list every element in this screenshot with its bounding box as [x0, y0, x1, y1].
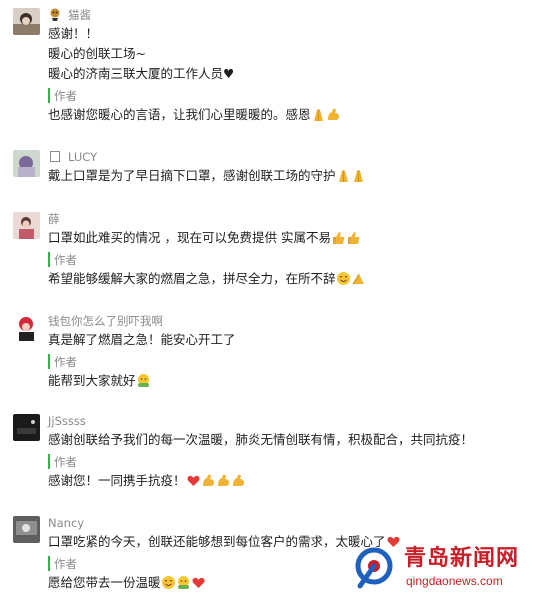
reply-text: 希望能够缓解大家的燃眉之急，拼尽全力，在所不辞: [48, 271, 336, 286]
qingdaonews-watermark: 青岛新闻网 qingdaonews.com: [354, 544, 544, 594]
watermark-title: 青岛新闻网: [404, 546, 520, 571]
qingdaonews-logo-icon: [354, 546, 398, 590]
smile-emoji-icon: [336, 271, 351, 286]
avatar[interactable]: [13, 212, 40, 239]
commenter-name[interactable]: LUCY: [68, 150, 97, 164]
author-label: 作者: [48, 88, 544, 103]
reply-text: 也感谢您暖心的言语，让我们心里暖暖的。感恩: [48, 107, 311, 122]
comment-text: 口罩如此难买的情况 ，现在可以免费提供 实属不易: [48, 230, 331, 245]
smile-emoji-icon: [161, 575, 176, 590]
comment-text: 暖心的济南三联大厦的工作人员♥: [48, 66, 235, 81]
muscle-emoji-icon: [231, 473, 246, 488]
author-label: 作者: [48, 252, 544, 267]
avatar[interactable]: [13, 8, 40, 35]
heart-emoji-icon: [186, 473, 201, 488]
comment-text: 真是解了燃眉之急！能安心开工了: [48, 332, 236, 347]
pray-emoji-icon: [351, 271, 366, 286]
avatar[interactable]: [13, 414, 40, 441]
pray-emoji-icon: [351, 168, 366, 183]
author-reply: 作者 感谢您！一同携手抗疫！: [48, 454, 544, 491]
commenter-name[interactable]: 猫酱: [68, 8, 91, 22]
commenter-name[interactable]: 钱包你怎么了别吓我啊: [48, 314, 163, 328]
comment-text: 感谢！！: [48, 26, 99, 41]
comment-text: 暖心的创联工场~: [48, 46, 146, 61]
muscle-emoji-icon: [326, 107, 341, 122]
reply-text: 能帮到大家就好: [48, 373, 136, 388]
pray-emoji-icon: [311, 107, 326, 122]
thumbs-up-emoji-icon: [346, 230, 361, 245]
comment-text: 口罩吃紧的今天，创联还能够想到每位客户的需求，太暖心了: [48, 534, 386, 549]
author-reply: 作者 也感谢您暖心的言语，让我们心里暖暖的。感恩: [48, 88, 544, 125]
muscle-emoji-icon: [201, 473, 216, 488]
reply-text: 感谢您！一同携手抗疫！: [48, 473, 186, 488]
hug-emoji-icon: [176, 575, 191, 590]
commenter-name[interactable]: 薛: [48, 212, 60, 226]
author-label: 作者: [48, 354, 544, 369]
comment-text: 感谢创联给予我们的每一次温暖，肺炎无情创联有情，积极配合，共同抗疫！: [48, 432, 474, 447]
thumbs-up-emoji-icon: [331, 230, 346, 245]
avatar[interactable]: [13, 314, 40, 341]
avatar[interactable]: [13, 150, 40, 177]
commenter-name[interactable]: Nancy: [48, 516, 84, 530]
comment-text: 戴上口罩是为了早日摘下口罩，感谢创联工场的守护: [48, 168, 336, 183]
heart-emoji-icon: [191, 575, 206, 590]
muscle-emoji-icon: [216, 473, 231, 488]
pray-emoji-icon: [336, 168, 351, 183]
user-badge-icon: [48, 7, 62, 21]
commenter-name[interactable]: JjSssss: [48, 414, 86, 428]
hug-emoji-icon: [136, 373, 151, 388]
reply-text: 愿给您带去一份温暖: [48, 575, 161, 590]
watermark-url: qingdaonews.com: [406, 574, 503, 588]
user-badge-icon: [48, 149, 62, 163]
comment-feed: 猫酱 感谢！！ 暖心的创联工场~ 暖心的济南三联大厦的工作人员♥ 作者 也感谢您…: [0, 0, 550, 600]
author-label: 作者: [48, 454, 544, 469]
avatar[interactable]: [13, 516, 40, 543]
author-reply: 作者 能帮到大家就好: [48, 354, 544, 391]
author-reply: 作者 希望能够缓解大家的燃眉之急，拼尽全力，在所不辞: [48, 252, 544, 289]
